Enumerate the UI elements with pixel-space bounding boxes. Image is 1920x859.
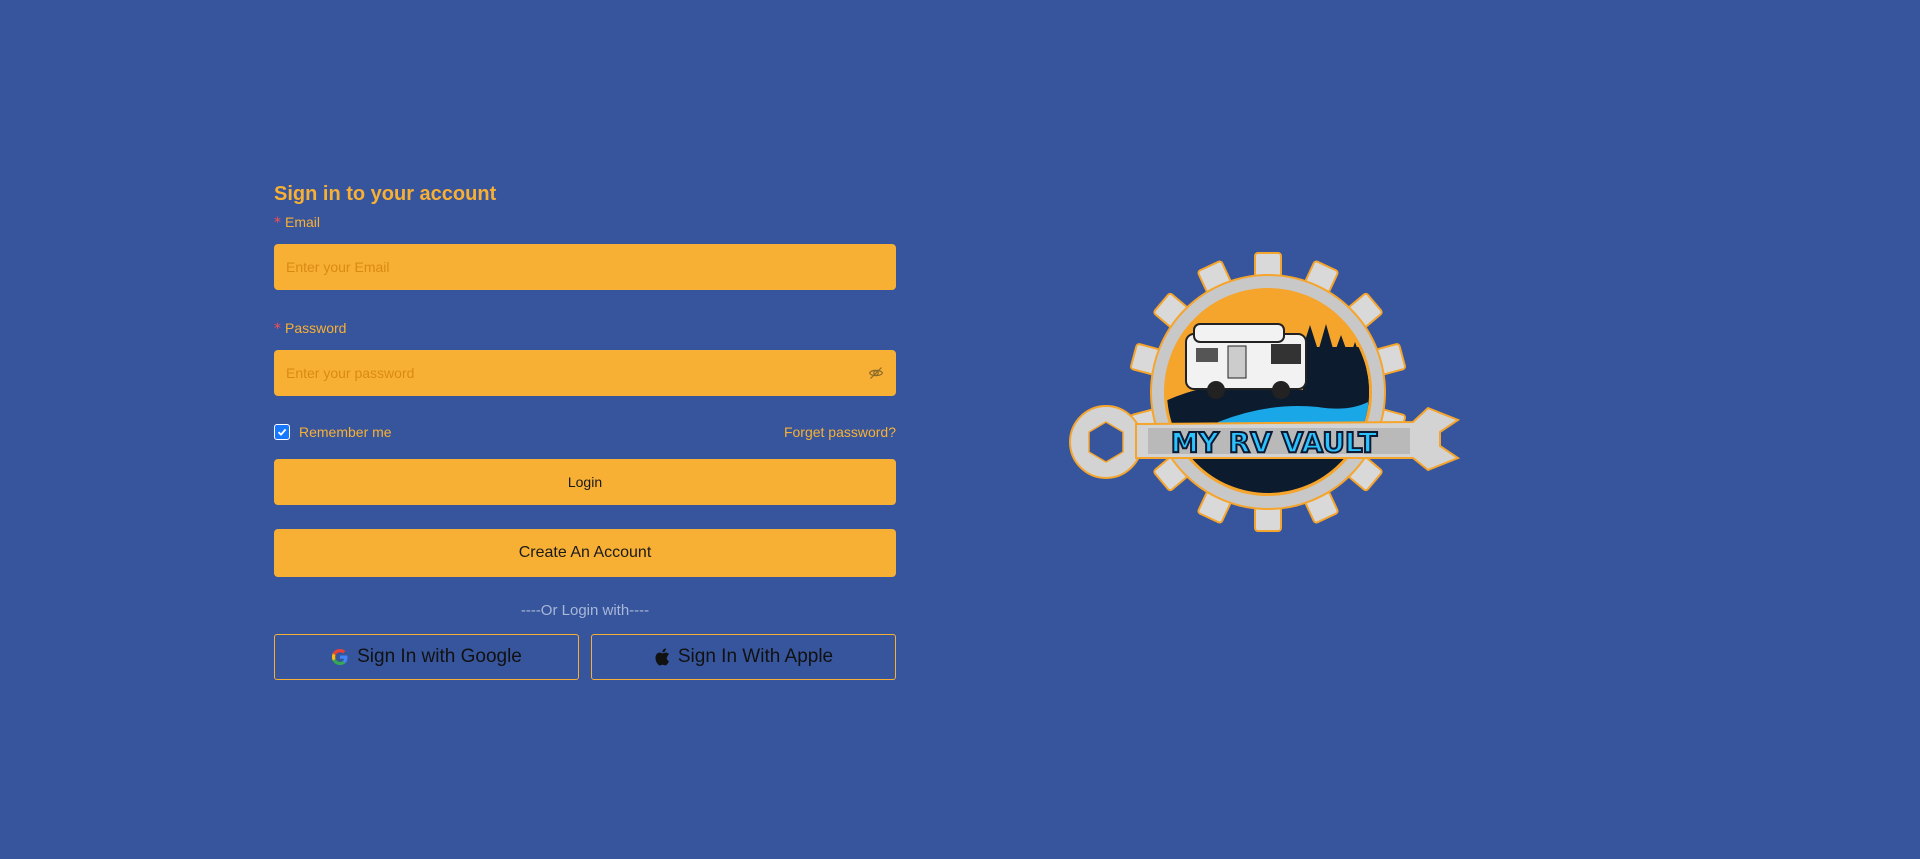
apple-signin-button[interactable]: Sign In With Apple	[591, 634, 896, 680]
check-icon	[277, 428, 287, 436]
email-field[interactable]	[274, 244, 896, 290]
password-field-box	[274, 350, 896, 396]
my-rv-vault-logo: MY RV VAULT	[1068, 252, 1468, 532]
remember-me-checkbox[interactable]	[274, 424, 290, 440]
required-mark: *	[274, 215, 281, 231]
password-field[interactable]	[274, 350, 896, 396]
google-icon	[332, 649, 348, 665]
svg-text:MY RV VAULT: MY RV VAULT	[1171, 426, 1378, 459]
create-account-button[interactable]: Create An Account	[274, 529, 896, 577]
or-login-with-divider: ----Or Login with----	[520, 602, 650, 619]
remember-me-label: Remember me	[299, 424, 392, 440]
google-signin-label: Sign In with Google	[357, 646, 522, 667]
eye-invisible-icon[interactable]	[868, 365, 884, 381]
remember-me[interactable]: Remember me	[274, 424, 392, 440]
email-label-text: Email	[285, 214, 321, 230]
password-label: * Password	[274, 316, 896, 340]
required-mark: *	[274, 321, 281, 337]
password-label-text: Password	[285, 320, 347, 336]
forget-password-link[interactable]: Forget password?	[784, 424, 896, 440]
email-label: * Email	[274, 210, 896, 234]
login-button[interactable]: Login	[274, 459, 896, 505]
google-signin-button[interactable]: Sign In with Google	[274, 634, 579, 680]
email-field-box	[274, 244, 896, 290]
apple-signin-label: Sign In With Apple	[677, 646, 834, 667]
page-title: Sign in to your account	[274, 183, 497, 205]
apple-icon	[655, 648, 669, 666]
login-form: Sign in to your account *Email *Password…	[274, 178, 896, 680]
